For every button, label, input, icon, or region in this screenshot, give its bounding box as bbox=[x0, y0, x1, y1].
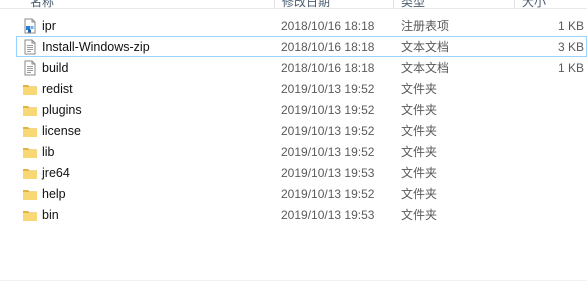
column-divider[interactable] bbox=[274, 0, 275, 8]
file-explorer-window: 名称 修改日期 类型 大小 ipr 2018/10/16 18:18 注册表项 1 K… bbox=[0, 0, 587, 281]
column-header-type[interactable]: 类型 bbox=[401, 0, 425, 8]
file-row[interactable]: ipr 2018/10/16 18:18 注册表项 1 KB bbox=[16, 15, 587, 36]
file-row[interactable]: bin 2019/10/13 19:53 文件夹 bbox=[16, 204, 587, 225]
file-row[interactable]: build 2018/10/16 18:18 文本文档 1 KB bbox=[16, 57, 587, 78]
modified-date: 2019/10/13 19:52 bbox=[281, 187, 375, 201]
column-header-size[interactable]: 大小 bbox=[522, 0, 546, 8]
file-type: 文件夹 bbox=[401, 208, 438, 222]
column-header-name[interactable]: 名称 bbox=[30, 0, 54, 8]
modified-date: 2019/10/13 19:52 bbox=[281, 145, 375, 159]
column-divider[interactable] bbox=[393, 0, 394, 8]
modified-date: 2019/10/13 19:52 bbox=[281, 124, 375, 138]
file-name: ipr bbox=[42, 19, 56, 33]
file-name: license bbox=[42, 124, 81, 138]
folder-icon bbox=[22, 102, 38, 118]
file-row[interactable]: plugins 2019/10/13 19:52 文件夹 bbox=[16, 99, 587, 120]
registry-file-icon bbox=[22, 18, 38, 34]
modified-date: 2019/10/13 19:52 bbox=[281, 82, 375, 96]
text-file-icon bbox=[22, 60, 38, 76]
file-type: 文件夹 bbox=[401, 187, 438, 201]
column-header-date[interactable]: 修改日期 bbox=[282, 0, 330, 8]
folder-icon bbox=[22, 165, 38, 181]
text-file-icon bbox=[22, 39, 38, 55]
folder-icon bbox=[22, 207, 38, 223]
file-type: 文件夹 bbox=[401, 124, 438, 138]
file-type: 文件夹 bbox=[401, 145, 438, 159]
folder-icon bbox=[22, 144, 38, 160]
file-name: Install-Windows-zip bbox=[42, 40, 150, 54]
file-name: lib bbox=[42, 145, 55, 159]
modified-date: 2018/10/16 18:18 bbox=[281, 19, 375, 33]
file-name: help bbox=[42, 187, 66, 201]
file-name: redist bbox=[42, 82, 73, 96]
file-type: 文本文档 bbox=[401, 40, 450, 54]
file-type: 文件夹 bbox=[401, 166, 438, 180]
file-size: 1 KB bbox=[557, 61, 584, 75]
file-name: build bbox=[42, 61, 69, 75]
folder-icon bbox=[22, 123, 38, 139]
file-size: 1 KB bbox=[557, 19, 584, 33]
file-row[interactable]: jre64 2019/10/13 19:53 文件夹 bbox=[16, 162, 587, 183]
modified-date: 2019/10/13 19:52 bbox=[281, 103, 375, 117]
file-row[interactable]: lib 2019/10/13 19:52 文件夹 bbox=[16, 141, 587, 162]
file-type: 注册表项 bbox=[401, 19, 450, 33]
file-row[interactable]: Install-Windows-zip 2018/10/16 18:18 文本文档 3… bbox=[16, 36, 587, 57]
modified-date: 2018/10/16 18:18 bbox=[281, 40, 375, 54]
folder-icon bbox=[22, 81, 38, 97]
file-type: 文件夹 bbox=[401, 103, 438, 117]
file-type: 文本文档 bbox=[401, 61, 450, 75]
modified-date: 2019/10/13 19:53 bbox=[281, 208, 375, 222]
folder-icon bbox=[22, 186, 38, 202]
file-type: 文件夹 bbox=[401, 82, 438, 96]
file-row[interactable]: license 2019/10/13 19:52 文件夹 bbox=[16, 120, 587, 141]
file-row[interactable]: help 2019/10/13 19:52 文件夹 bbox=[16, 183, 587, 204]
modified-date: 2019/10/13 19:53 bbox=[281, 166, 375, 180]
column-header-row: 名称 修改日期 类型 大小 bbox=[0, 0, 587, 9]
file-name: bin bbox=[42, 208, 59, 222]
file-size: 3 KB bbox=[557, 40, 584, 54]
modified-date: 2018/10/16 18:18 bbox=[281, 61, 375, 75]
file-name: jre64 bbox=[42, 166, 70, 180]
column-divider[interactable] bbox=[514, 0, 515, 8]
file-name: plugins bbox=[42, 103, 82, 117]
file-row[interactable]: redist 2019/10/13 19:52 文件夹 bbox=[16, 78, 587, 99]
